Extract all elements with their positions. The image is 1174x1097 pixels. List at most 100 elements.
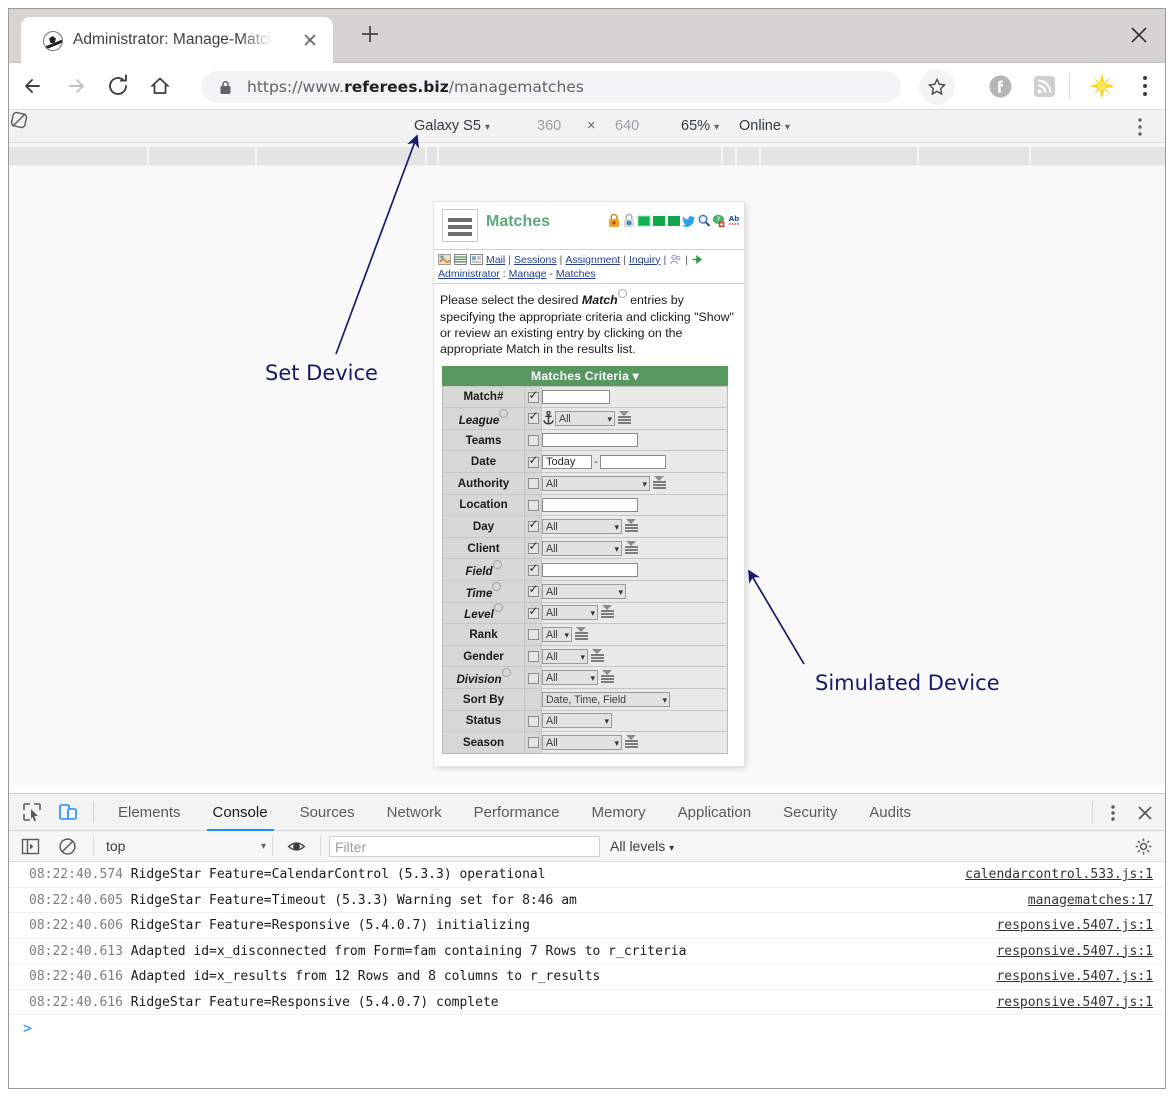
nav-link-mail[interactable]: Mail xyxy=(486,254,505,266)
clear-console-icon[interactable] xyxy=(58,837,77,856)
home-icon[interactable] xyxy=(438,253,451,266)
console-filter-input[interactable]: Filter xyxy=(329,835,600,857)
criteria-date-to-input[interactable] xyxy=(600,454,666,469)
green-square-icon[interactable] xyxy=(652,213,666,228)
tab-network[interactable]: Network xyxy=(371,794,458,831)
orange-lock-icon[interactable] xyxy=(607,213,621,228)
back-icon[interactable] xyxy=(17,69,51,103)
criteria-text-input[interactable] xyxy=(542,433,638,448)
criteria-select[interactable]: All xyxy=(542,540,622,556)
green-square-icon[interactable] xyxy=(667,213,681,228)
console-prompt[interactable]: > xyxy=(9,1015,1165,1041)
criteria-checkbox[interactable] xyxy=(527,582,539,598)
criteria-text-input[interactable] xyxy=(542,389,610,404)
live-expression-icon[interactable] xyxy=(287,837,306,856)
layers-icon[interactable] xyxy=(601,605,614,620)
tab-elements[interactable]: Elements xyxy=(102,794,197,831)
criteria-checkbox[interactable] xyxy=(527,650,539,662)
criteria-checkbox[interactable] xyxy=(527,561,539,576)
twitter-bird-icon[interactable] xyxy=(682,213,696,228)
log-source-link[interactable]: responsive.5407.js:1 xyxy=(996,990,1153,1015)
layers-icon[interactable] xyxy=(575,626,588,642)
criteria-checkbox[interactable] xyxy=(527,435,539,447)
spellcheck-ab-icon[interactable]: Ab xyxy=(727,213,741,228)
show-console-sidebar-icon[interactable] xyxy=(21,837,40,856)
criteria-checkbox[interactable] xyxy=(527,517,539,533)
blue-lock-icon[interactable]: i xyxy=(622,213,636,228)
star-icon[interactable] xyxy=(919,69,955,105)
criteria-caption[interactable]: Matches Criteria ▾ xyxy=(442,365,728,386)
help-icon[interactable] xyxy=(499,409,509,419)
tab-security[interactable]: Security xyxy=(767,794,853,831)
layers-icon[interactable] xyxy=(625,518,638,534)
reload-icon[interactable] xyxy=(101,69,135,103)
criteria-select[interactable]: All xyxy=(542,713,612,729)
device-selector[interactable]: Galaxy S5 ▾ xyxy=(414,110,490,143)
log-source-link[interactable]: managematches:17 xyxy=(1028,888,1153,913)
log-source-link[interactable]: responsive.5407.js:1 xyxy=(996,913,1153,938)
forward-icon[interactable] xyxy=(59,69,93,103)
devtools-kebab-icon[interactable] xyxy=(1103,802,1123,824)
help-icon[interactable] xyxy=(501,668,511,678)
address-bar[interactable]: https://www.referees.biz/managematches xyxy=(201,71,901,103)
help-icon[interactable] xyxy=(617,289,627,298)
criteria-checkbox[interactable] xyxy=(527,737,539,749)
tab-memory[interactable]: Memory xyxy=(576,794,662,831)
viewport-width-input[interactable]: 360 xyxy=(537,110,561,143)
criteria-checkbox[interactable] xyxy=(527,604,539,619)
rotate-device-icon[interactable] xyxy=(9,110,29,130)
tab-performance[interactable]: Performance xyxy=(458,794,576,831)
network-throttling-selector[interactable]: Online ▾ xyxy=(739,110,790,143)
criteria-checkbox[interactable] xyxy=(527,539,539,555)
criteria-select[interactable]: All xyxy=(542,734,622,750)
help-icon[interactable] xyxy=(493,603,503,613)
criteria-select[interactable]: All xyxy=(542,605,598,621)
toggle-device-toolbar-icon[interactable] xyxy=(57,801,79,823)
browser-tab[interactable]: Administrator: Manage-Matche xyxy=(21,17,333,63)
criteria-checkbox[interactable] xyxy=(527,629,539,641)
tab-console[interactable]: Console xyxy=(197,794,284,831)
device-viewport[interactable]: Matches i ? Ab Mail | Sessions | Assignm… xyxy=(434,202,744,766)
kebab-menu-icon[interactable] xyxy=(1133,73,1157,99)
log-source-link[interactable]: responsive.5407.js:1 xyxy=(996,964,1153,989)
criteria-text-input[interactable] xyxy=(542,497,638,512)
breadcrumb-leaf[interactable]: Matches xyxy=(556,268,596,280)
help-icon[interactable] xyxy=(492,560,502,570)
layers-icon[interactable] xyxy=(591,648,604,664)
criteria-checkbox[interactable] xyxy=(527,409,539,425)
device-toolbar-kebab-icon[interactable] xyxy=(1129,116,1151,138)
layers-icon[interactable] xyxy=(625,540,638,556)
new-tab-button[interactable] xyxy=(359,23,381,45)
zoom-selector[interactable]: 65% ▾ xyxy=(681,110,719,143)
people-icon[interactable] xyxy=(669,253,682,266)
console-context-selector[interactable]: top ▾ xyxy=(106,838,266,854)
green-square-icon[interactable] xyxy=(637,213,651,228)
criteria-checkbox[interactable] xyxy=(527,388,539,403)
tab-audits[interactable]: Audits xyxy=(853,794,927,831)
card-icon[interactable] xyxy=(470,253,483,266)
help-icon[interactable] xyxy=(492,581,502,591)
criteria-checkbox[interactable] xyxy=(527,672,539,684)
breadcrumb-mid[interactable]: Manage xyxy=(509,268,547,280)
criteria-text-input[interactable] xyxy=(542,562,638,577)
inspect-element-icon[interactable] xyxy=(21,801,43,823)
help-bubble-icon[interactable]: ? xyxy=(712,213,726,228)
rss-icon[interactable] xyxy=(1031,73,1058,100)
criteria-checkbox[interactable] xyxy=(527,453,539,468)
tab-sources[interactable]: Sources xyxy=(284,794,371,831)
criteria-select[interactable]: All xyxy=(555,411,615,427)
criteria-select[interactable]: All xyxy=(542,583,626,599)
nav-link-assignment[interactable]: Assignment xyxy=(565,254,620,266)
criteria-select[interactable]: All xyxy=(542,648,588,664)
log-source-link[interactable]: responsive.5407.js:1 xyxy=(996,939,1153,964)
layers-icon[interactable] xyxy=(618,411,631,426)
tab-application[interactable]: Application xyxy=(662,794,767,831)
devtools-close-icon[interactable] xyxy=(1135,803,1155,823)
home-icon[interactable] xyxy=(143,69,177,103)
criteria-select[interactable]: All xyxy=(542,475,650,491)
layers-icon[interactable] xyxy=(653,475,666,491)
log-level-selector[interactable]: All levels ▾ xyxy=(610,838,674,854)
criteria-date-from-input[interactable]: Today xyxy=(542,454,592,469)
log-source-link[interactable]: calendarcontrol.533.js:1 xyxy=(965,862,1153,887)
criteria-checkbox[interactable] xyxy=(527,478,539,490)
